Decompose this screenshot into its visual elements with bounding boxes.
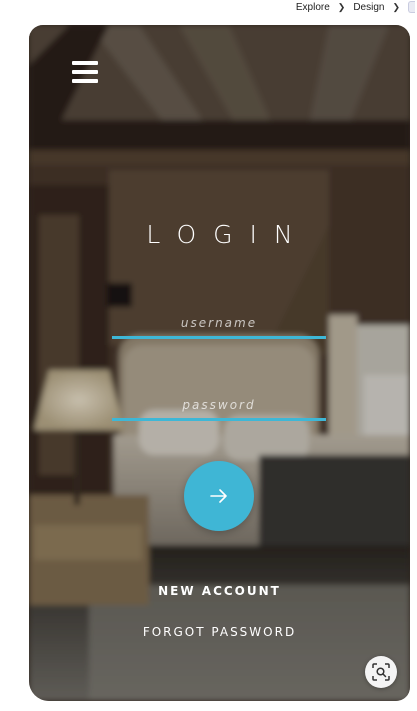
new-account-link[interactable]: NEW ACCOUNT [29, 584, 410, 598]
username-field [112, 302, 326, 340]
chevron-right-icon: ❯ [337, 1, 346, 12]
forgot-password-link[interactable]: FORGOT PASSWORD [29, 625, 410, 639]
breadcrumb: Explore ❯ Design ❯ [296, 0, 417, 14]
submit-login-button[interactable] [184, 461, 254, 531]
arrow-right-icon [210, 489, 227, 503]
login-title: LOGIN [146, 220, 310, 249]
hamburger-menu-icon[interactable] [72, 61, 98, 83]
password-input[interactable] [112, 384, 326, 422]
breadcrumb-overflow-indicator[interactable] [408, 1, 415, 13]
password-field [112, 384, 326, 422]
breadcrumb-item-design[interactable]: Design [353, 2, 384, 13]
breadcrumb-item-explore[interactable]: Explore [296, 2, 330, 13]
login-screen-card: LOGIN NEW ACCOUNT FORGOT PASSWORD [29, 25, 410, 701]
chevron-right-icon: ❯ [392, 1, 400, 12]
username-input[interactable] [112, 302, 326, 340]
visual-search-icon[interactable] [365, 656, 397, 688]
bedroom-background-image [29, 25, 410, 701]
